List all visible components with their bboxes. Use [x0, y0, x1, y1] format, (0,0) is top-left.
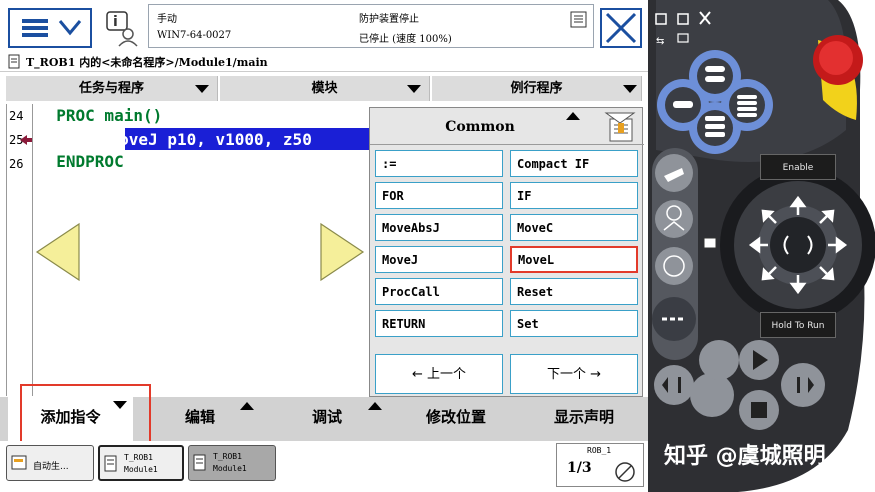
- cmd-proccall[interactable]: ProcCall: [375, 278, 503, 305]
- taskbar: 自动生... T_ROB1 Module1 T_ROB1 Module1 ROB…: [0, 441, 648, 492]
- code-line-text: MoveJ p10, v1000, z50: [125, 130, 312, 149]
- instruction-picker: Common := Compact IF FOR IF MoveAbsJ Mov…: [369, 107, 644, 397]
- taskbar-auto-production[interactable]: 自动生...: [6, 445, 94, 481]
- close-button[interactable]: [600, 8, 642, 48]
- increment-fraction: 1/3: [567, 460, 592, 476]
- svg-text:i: i: [113, 14, 118, 30]
- code-line-selected[interactable]: MoveJ p10, v1000, z50: [125, 128, 371, 150]
- edit-button[interactable]: 编辑: [140, 397, 260, 441]
- taskbar-program-editor[interactable]: T_ROB1 Module1: [98, 445, 184, 481]
- line-gutter: [7, 104, 33, 396]
- program-pointer-icon: [20, 135, 32, 145]
- status-panel: 手动 WIN7-64-0027 防护装置停止 已停止 (速度 100%): [148, 4, 594, 48]
- highlight-add-instruction: [20, 384, 151, 446]
- cmd-movej[interactable]: MoveJ: [375, 246, 503, 273]
- safety-state: 防护装置停止: [359, 14, 419, 25]
- flexpendant-screen: i 手动 WIN7-64-0027 防护装置停止 已停止 (速度 100%) T…: [0, 0, 648, 492]
- chevron-up-icon[interactable]: [566, 112, 580, 120]
- top-status-bar: i 手动 WIN7-64-0027 防护装置停止 已停止 (速度 100%): [0, 0, 648, 52]
- cmd-if[interactable]: IF: [510, 182, 638, 209]
- cmd-movel[interactable]: MoveL: [510, 246, 638, 273]
- watermark: 知乎 @虞城照明: [664, 444, 826, 469]
- hold-to-run-label: Hold To Run: [760, 312, 836, 338]
- cmd-for[interactable]: FOR: [375, 182, 503, 209]
- cmd-assign[interactable]: :=: [375, 150, 503, 177]
- modify-position-button[interactable]: 修改位置: [392, 397, 520, 441]
- instruction-category-icon[interactable]: [604, 111, 638, 143]
- task-label: Module1: [124, 465, 158, 474]
- program-icon: [193, 454, 206, 471]
- info-user-icon[interactable]: i: [102, 8, 142, 48]
- task-label: T_ROB1: [124, 453, 153, 462]
- program-icon: [8, 54, 20, 69]
- controller-name: WIN7-64-0027: [157, 30, 232, 41]
- cmd-set[interactable]: Set: [510, 310, 638, 337]
- cmd-movec[interactable]: MoveC: [510, 214, 638, 241]
- chevron-up-icon: [240, 402, 254, 410]
- edit-label: 编辑: [184, 408, 215, 426]
- debug-button[interactable]: 调试: [268, 397, 386, 441]
- tab-routines[interactable]: 例行程序: [432, 76, 642, 101]
- pendant-hardware: ⇆ Enable Hold To Run 知乎 @虞城照明: [648, 0, 875, 492]
- cmd-moveabsj[interactable]: MoveAbsJ: [375, 214, 503, 241]
- operating-mode: 手动: [157, 14, 177, 25]
- tab-label: 模块: [311, 81, 338, 96]
- line-number: 26: [9, 157, 24, 171]
- show-declaration-button[interactable]: 显示声明: [522, 397, 646, 441]
- code-editor[interactable]: 24 25 26 PROC main() MoveJ p10, v1000, z…: [6, 104, 371, 396]
- run-state: 已停止 (速度 100%): [359, 34, 452, 45]
- breadcrumb: T_ROB1 内的<未命名程序>/Module1/main: [0, 52, 648, 72]
- editor-tabs: 任务与程序 模块 例行程序: [6, 76, 642, 101]
- debug-label: 调试: [311, 408, 342, 426]
- chevron-down-icon: [195, 85, 209, 93]
- next-page-button[interactable]: 下一个 →: [510, 354, 638, 394]
- scroll-left-icon[interactable]: [35, 222, 81, 282]
- tab-tasks-programs[interactable]: 任务与程序: [6, 76, 218, 101]
- task-label: T_ROB1: [213, 452, 242, 461]
- program-icon: [104, 455, 117, 472]
- cmd-reset[interactable]: Reset: [510, 278, 638, 305]
- svg-text:⇆: ⇆: [656, 36, 664, 47]
- chevron-down-icon: [407, 85, 421, 93]
- picker-divider: [370, 144, 644, 145]
- code-line[interactable]: ENDPROC: [37, 152, 123, 171]
- chevron-up-icon: [368, 402, 382, 410]
- cmd-compact-if[interactable]: Compact IF: [510, 150, 638, 177]
- tab-label: 例行程序: [510, 81, 563, 96]
- event-log-icon[interactable]: [570, 11, 588, 29]
- chevron-down-icon: [623, 85, 637, 93]
- cmd-return[interactable]: RETURN: [375, 310, 503, 337]
- picker-title: Common: [445, 119, 515, 135]
- abb-menu-button[interactable]: [8, 8, 92, 48]
- enable-label: Enable: [760, 154, 836, 180]
- scroll-right-icon[interactable]: [319, 222, 365, 282]
- menu-icon: [22, 19, 82, 37]
- program-path: T_ROB1 内的<未命名程序>/Module1/main: [26, 56, 268, 69]
- close-icon: [605, 12, 637, 44]
- task-label: Module1: [213, 464, 247, 473]
- task-label: 自动生...: [33, 462, 69, 472]
- robot-label: ROB_1: [587, 446, 612, 455]
- taskbar-program-data[interactable]: T_ROB1 Module1: [188, 445, 276, 481]
- production-window-icon: [11, 455, 27, 470]
- pendant-body-drawing: ⇆: [648, 0, 875, 492]
- code-line[interactable]: PROC main(): [37, 106, 162, 125]
- tab-label: 任务与程序: [78, 81, 144, 96]
- line-number: 24: [9, 109, 24, 123]
- quickset-button[interactable]: ROB_1 1/3: [556, 443, 644, 487]
- previous-page-button[interactable]: ← 上一个: [375, 354, 503, 394]
- tab-modules[interactable]: 模块: [220, 76, 430, 101]
- speed-gauge-icon: [615, 462, 635, 482]
